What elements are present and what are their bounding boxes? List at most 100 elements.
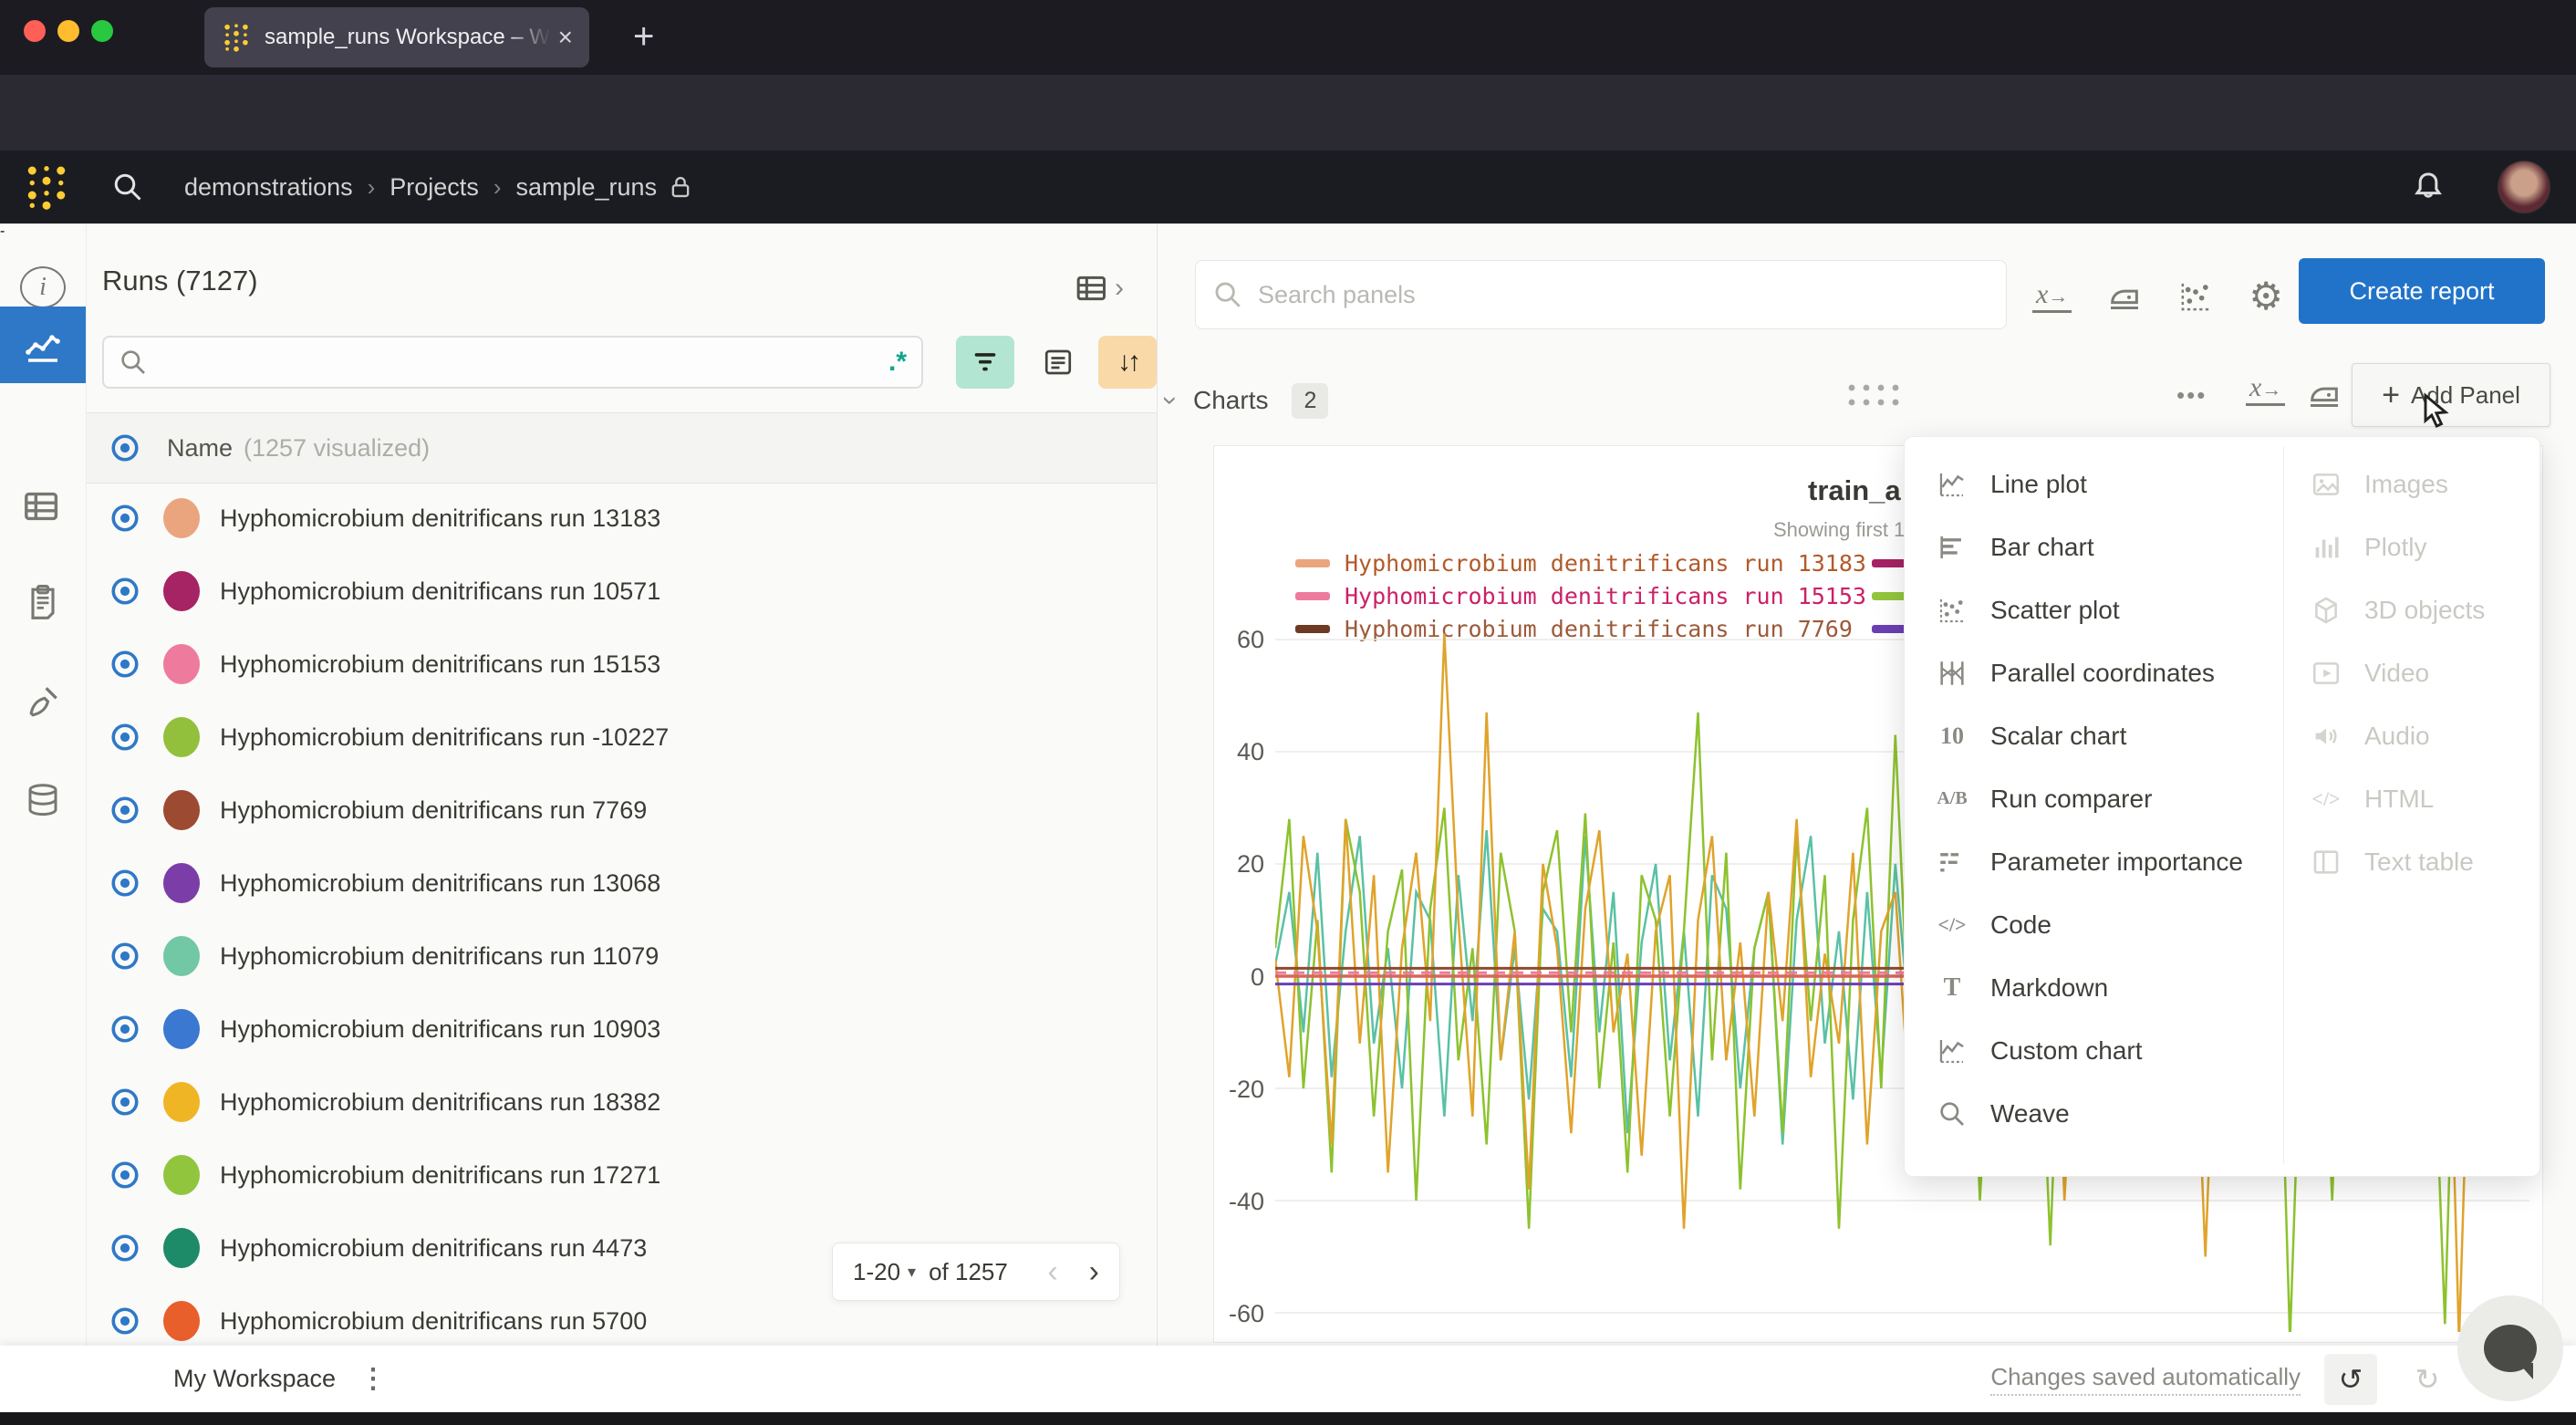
visibility-eye-icon[interactable] xyxy=(109,1232,141,1264)
visibility-eye-icon[interactable] xyxy=(109,1305,141,1337)
notifications-bell-icon[interactable] xyxy=(2410,169,2446,205)
run-name[interactable]: Hyphomicrobium denitrificans run 10571 xyxy=(220,577,660,606)
run-name[interactable]: Hyphomicrobium denitrificans run 10903 xyxy=(220,1015,660,1044)
menu-item-bar-chart[interactable]: Bar chart xyxy=(1934,515,2280,578)
panel-divider[interactable] xyxy=(1157,224,1158,1346)
user-avatar[interactable] xyxy=(2498,161,2550,213)
regex-toggle-icon[interactable]: .* xyxy=(888,347,907,378)
visibility-eye-icon[interactable] xyxy=(109,432,141,464)
run-row[interactable]: Hyphomicrobium denitrificans run 7769 xyxy=(87,774,1157,847)
sidebar-item-table[interactable] xyxy=(0,468,86,545)
run-name[interactable]: Hyphomicrobium denitrificans run -10227 xyxy=(220,723,669,752)
runs-search-input[interactable]: .* xyxy=(102,336,923,389)
visibility-eye-icon[interactable] xyxy=(109,721,141,754)
run-name[interactable]: Hyphomicrobium denitrificans run 7769 xyxy=(220,796,647,825)
run-row[interactable]: Hyphomicrobium denitrificans run 17271 xyxy=(87,1139,1157,1212)
create-report-button[interactable]: Create report xyxy=(2299,258,2545,324)
x-axis-settings-icon[interactable]: x→ xyxy=(2032,279,2072,313)
browser-tab[interactable]: sample_runs Workspace – Weig × xyxy=(204,7,589,68)
run-name[interactable]: Hyphomicrobium denitrificans run 17271 xyxy=(220,1161,660,1190)
run-row[interactable]: Hyphomicrobium denitrificans run 15153 xyxy=(87,628,1157,701)
global-search-icon[interactable] xyxy=(111,171,144,203)
undo-button[interactable]: ↺ xyxy=(2324,1354,2377,1405)
run-name[interactable]: Hyphomicrobium denitrificans run 5700 xyxy=(220,1307,647,1336)
menu-item-scalar-chart[interactable]: 10Scalar chart xyxy=(1934,704,2280,767)
sidebar-item-artifacts[interactable] xyxy=(0,762,86,838)
breadcrumb-projects[interactable]: Projects xyxy=(390,173,479,202)
run-row[interactable]: Hyphomicrobium denitrificans run 10571 xyxy=(87,555,1157,628)
run-name[interactable]: Hyphomicrobium denitrificans run 18382 xyxy=(220,1088,660,1117)
breadcrumb-entity[interactable]: demonstrations xyxy=(184,173,353,202)
traffic-light-zoom[interactable] xyxy=(91,20,113,42)
menu-item-markdown[interactable]: TMarkdown xyxy=(1934,956,2280,1019)
run-name[interactable]: Hyphomicrobium denitrificans run 11079 xyxy=(220,942,659,971)
section-overflow-menu-icon[interactable]: ••• xyxy=(2176,381,2207,410)
section-x-axis-icon[interactable]: x→ xyxy=(2246,372,2285,406)
sidebar-item-sweeps[interactable] xyxy=(0,663,86,740)
traffic-light-close[interactable] xyxy=(24,20,46,42)
menu-item-weave[interactable]: Weave xyxy=(1934,1082,2280,1145)
workspace-kebab-icon[interactable]: ⋮ xyxy=(359,1363,387,1395)
run-row[interactable]: Hyphomicrobium denitrificans run 11079 xyxy=(87,920,1157,993)
menu-item-parameter-importance[interactable]: Parameter importance xyxy=(1934,830,2280,893)
legend-item[interactable]: Hyphomicrobium denitrificans run 13183 xyxy=(1295,549,1866,577)
sidebar-item-workspace-active[interactable] xyxy=(0,307,86,383)
group-button[interactable] xyxy=(1029,336,1087,389)
sort-button[interactable]: ↓↑ xyxy=(1098,336,1157,389)
run-name[interactable]: Hyphomicrobium denitrificans run 4473 xyxy=(220,1234,647,1263)
menu-item-scatter-plot[interactable]: Scatter plot xyxy=(1934,578,2280,641)
outliers-icon[interactable] xyxy=(2177,278,2214,315)
redo-button[interactable]: ↻ xyxy=(2401,1354,2454,1405)
visibility-eye-icon[interactable] xyxy=(109,1159,141,1191)
next-page-icon[interactable]: › xyxy=(1089,1254,1099,1290)
visibility-eye-icon[interactable] xyxy=(109,1013,141,1045)
run-name[interactable]: Hyphomicrobium denitrificans run 13068 xyxy=(220,869,660,898)
menu-item-custom-chart[interactable]: Custom chart xyxy=(1934,1019,2280,1082)
run-name[interactable]: Hyphomicrobium denitrificans run 13183 xyxy=(220,504,660,533)
visibility-eye-icon[interactable] xyxy=(109,794,141,827)
run-row[interactable]: Hyphomicrobium denitrificans run -10227 xyxy=(87,701,1157,774)
page-range[interactable]: 1-20 xyxy=(853,1258,900,1286)
workspace-selector[interactable]: My Workspace xyxy=(173,1365,336,1393)
wandb-logo[interactable] xyxy=(18,162,75,212)
runs-pagination[interactable]: 1-20 ▾ of 1257 ‹ › xyxy=(832,1243,1120,1301)
page-total: of 1257 xyxy=(929,1258,1008,1286)
run-row[interactable]: Hyphomicrobium denitrificans run 13068 xyxy=(87,847,1157,920)
visibility-eye-icon[interactable] xyxy=(109,575,141,608)
filter-button[interactable] xyxy=(956,336,1014,389)
visualized-count-label: (1257 visualized) xyxy=(244,434,430,463)
menu-item-line-plot[interactable]: Line plot xyxy=(1934,452,2280,515)
private-project-lock-icon xyxy=(668,174,693,200)
traffic-light-minimize[interactable] xyxy=(57,20,79,42)
run-row[interactable]: Hyphomicrobium denitrificans run 18382 xyxy=(87,1066,1157,1139)
visibility-eye-icon[interactable] xyxy=(109,502,141,535)
menu-item-run-comparer[interactable]: A/BRun comparer xyxy=(1934,767,2280,830)
menu-item-parallel-coordinates[interactable]: Parallel coordinates xyxy=(1934,641,2280,704)
menu-item-code[interactable]: </>Code xyxy=(1934,893,2280,956)
page-size-caret-icon[interactable]: ▾ xyxy=(908,1263,916,1282)
expand-table-button[interactable]: › xyxy=(1075,270,1124,307)
support-chat-button[interactable] xyxy=(2457,1295,2563,1401)
section-smoothing-icon[interactable] xyxy=(2306,376,2342,412)
panel-search-input[interactable]: Search panels xyxy=(1195,260,2007,329)
visibility-eye-icon[interactable] xyxy=(109,1086,141,1118)
section-drag-handle[interactable] xyxy=(1844,379,1903,411)
run-row[interactable]: Hyphomicrobium denitrificans run 13183 xyxy=(87,482,1157,555)
run-name[interactable]: Hyphomicrobium denitrificans run 15153 xyxy=(220,650,660,679)
new-tab-button[interactable]: + xyxy=(633,16,654,57)
run-row[interactable]: Hyphomicrobium denitrificans run 10903 xyxy=(87,993,1157,1066)
charts-section-label[interactable]: Charts xyxy=(1193,386,1268,415)
panel-smoothing-icon[interactable] xyxy=(2106,278,2143,315)
section-chevron-icon[interactable]: › xyxy=(1155,396,1186,405)
sidebar-item-reports[interactable] xyxy=(0,563,86,640)
workspace-settings-gear-icon[interactable]: ⚙ xyxy=(2249,274,2283,318)
visibility-eye-icon[interactable] xyxy=(109,867,141,900)
runs-name-header[interactable]: Name (1257 visualized) xyxy=(87,412,1157,484)
charts-section-header[interactable]: › Charts 2 xyxy=(1166,372,1328,429)
tab-close-icon[interactable]: × xyxy=(558,23,573,52)
breadcrumb-project-name[interactable]: sample_runs xyxy=(516,173,658,202)
visibility-eye-icon[interactable] xyxy=(109,940,141,973)
prev-page-icon[interactable]: ‹ xyxy=(1047,1254,1057,1290)
y-tick-label: 60 xyxy=(1177,626,1264,654)
visibility-eye-icon[interactable] xyxy=(109,648,141,681)
